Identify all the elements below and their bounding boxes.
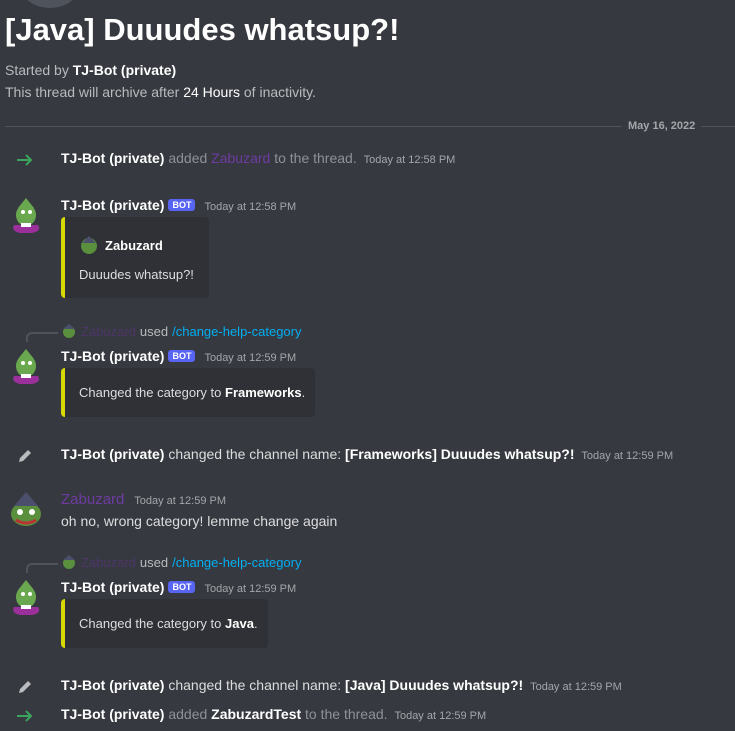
message-embed: Changed the category to Frameworks. <box>61 368 315 417</box>
arrow-right-icon <box>14 149 36 171</box>
timestamp[interactable]: Today at 12:59 PM <box>530 681 622 693</box>
thread-starter-name[interactable]: TJ-Bot (private) <box>73 62 176 78</box>
mentioned-user[interactable]: ZabuzardTest <box>211 706 301 722</box>
new-channel-name: [Java] Duuudes whatsup?! <box>345 677 524 693</box>
bot-avatar[interactable] <box>6 195 46 235</box>
embed-description: Changed the category to Java. <box>79 616 258 631</box>
pencil-icon <box>14 676 36 698</box>
author-name[interactable]: TJ-Bot (private) <box>61 348 164 364</box>
timestamp[interactable]: Today at 12:59 PM <box>204 583 296 595</box>
timestamp[interactable]: Today at 12:59 PM <box>394 710 486 722</box>
user-avatar-icon <box>63 324 75 338</box>
user-avatar[interactable] <box>6 490 46 530</box>
timestamp[interactable]: Today at 12:58 PM <box>204 201 296 213</box>
new-channel-name: [Frameworks] Duuudes whatsup?! <box>345 446 575 462</box>
timestamp[interactable]: Today at 12:58 PM <box>364 154 456 166</box>
bot-avatar[interactable] <box>6 577 46 617</box>
user-avatar-icon <box>63 555 75 569</box>
bot-avatar[interactable] <box>6 346 46 386</box>
author-name[interactable]: TJ-Bot (private) <box>61 150 164 166</box>
command-reply-reference[interactable]: Zabuzard used /change-help-category <box>61 323 301 339</box>
message-content: oh no, wrong category! lemme change agai… <box>61 513 338 529</box>
arrow-right-icon <box>14 705 36 727</box>
reply-connector <box>26 332 58 342</box>
mentioned-user[interactable]: Zabuzard <box>211 150 270 166</box>
user-avatar-icon <box>81 236 97 254</box>
author-name[interactable]: TJ-Bot (private) <box>61 197 164 213</box>
slash-command-link[interactable]: /change-help-category <box>172 324 301 339</box>
reply-connector <box>26 563 58 573</box>
bot-badge: BOT <box>168 350 196 362</box>
author-name[interactable]: Zabuzard <box>61 491 124 508</box>
embed-description: Duuudes whatsup?! <box>79 267 194 282</box>
message-embed: Changed the category to Java. <box>61 599 268 648</box>
message-embed: Zabuzard Duuudes whatsup?! <box>61 217 209 298</box>
thread-started-by: Started by TJ-Bot (private) <box>5 62 177 78</box>
embed-description: Changed the category to Frameworks. <box>79 385 306 400</box>
author-name[interactable]: TJ-Bot (private) <box>61 579 164 595</box>
timestamp[interactable]: Today at 12:59 PM <box>204 352 296 364</box>
author-name[interactable]: TJ-Bot (private) <box>61 706 164 722</box>
date-divider-label: May 16, 2022 <box>622 120 702 132</box>
thread-icon <box>22 0 78 8</box>
command-reply-reference[interactable]: Zabuzard used /change-help-category <box>61 554 301 570</box>
bot-badge: BOT <box>168 199 196 211</box>
thread-archive-info: This thread will archive after 24 Hours … <box>5 84 316 100</box>
author-name[interactable]: TJ-Bot (private) <box>61 677 164 693</box>
timestamp[interactable]: Today at 12:59 PM <box>581 450 673 462</box>
author-name[interactable]: TJ-Bot (private) <box>61 446 164 462</box>
pencil-icon <box>14 445 36 467</box>
thread-title: [Java] Duuudes whatsup?! <box>5 12 400 47</box>
slash-command-link[interactable]: /change-help-category <box>172 555 301 570</box>
bot-badge: BOT <box>168 581 196 593</box>
timestamp[interactable]: Today at 12:59 PM <box>134 495 226 507</box>
embed-author: Zabuzard <box>79 235 163 255</box>
